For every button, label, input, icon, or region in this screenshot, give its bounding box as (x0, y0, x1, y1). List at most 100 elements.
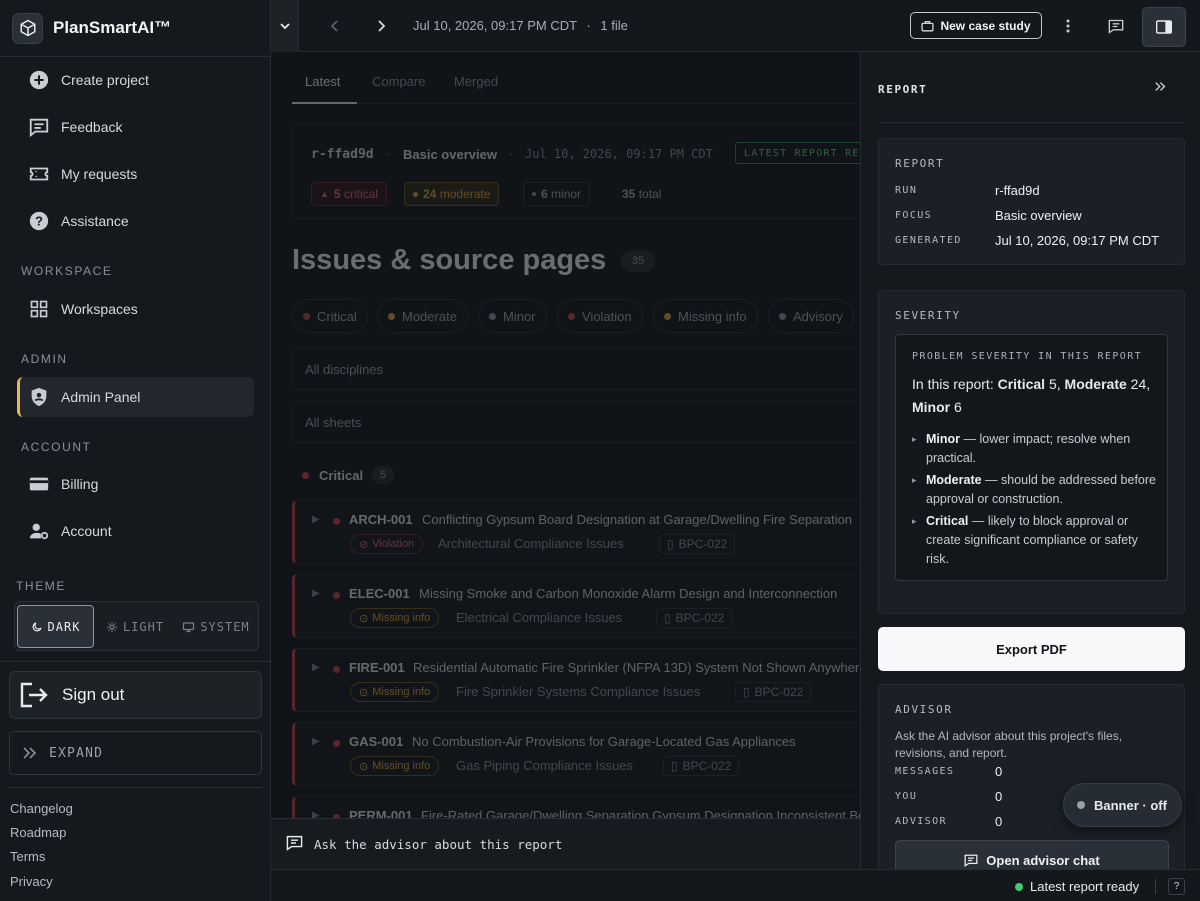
collapse-panel-button[interactable] (1155, 81, 1166, 92)
sidebar-item-label: Workspaces (61, 301, 138, 317)
issue-row[interactable]: ▶ ELEC-001 Missing Smoke and Carbon Mono… (292, 574, 860, 638)
expand-button[interactable]: EXPAND (9, 731, 262, 775)
divider (1155, 879, 1156, 894)
report-box-title: REPORT (895, 157, 945, 170)
issue-source-chip[interactable]: ▯ BPC-022 (735, 682, 812, 702)
issue-tag: ⊙ Missing info (350, 756, 440, 776)
section-title-workspace: WORKSPACE (21, 264, 113, 278)
panel-toggle-button[interactable] (1142, 7, 1186, 47)
help-button[interactable]: ? (1168, 878, 1185, 895)
generated-label: GENERATED (895, 235, 962, 246)
sidebar-item-label: Billing (61, 476, 99, 492)
sign-out-button[interactable]: Sign out (9, 671, 262, 719)
previous-button[interactable] (321, 8, 349, 44)
filter-critical[interactable]: Critical (292, 299, 368, 333)
report-focus: Basic overview (403, 147, 497, 162)
theme-dark-button[interactable]: DARK (17, 605, 94, 648)
section-title-theme: THEME (16, 579, 66, 593)
sidebar-item-workspaces[interactable]: Workspaces (17, 289, 254, 329)
report-panel: REPORT REPORT RUN r-ffad9d FOCUS Basic o… (860, 52, 1200, 869)
file-icon: ▯ (743, 685, 750, 699)
issues-count-badge: 35 (621, 250, 655, 272)
filter-moderate[interactable]: Moderate (377, 299, 468, 333)
sidebar-item-label: Create project (61, 72, 149, 88)
credit-card-icon (28, 473, 50, 495)
theme-light-button[interactable]: LIGHT (99, 605, 171, 648)
vertical-dots-icon (1066, 19, 1070, 33)
discipline-select[interactable]: All disciplines (292, 348, 860, 390)
issue-source-chip[interactable]: ▯ BPC-022 (663, 756, 740, 776)
issue-source-chip[interactable]: ▯ BPC-022 (656, 608, 733, 628)
panel-title: REPORT (878, 83, 928, 96)
help-circle-icon: ? (28, 210, 50, 232)
sidebar-item-billing[interactable]: Billing (17, 464, 254, 504)
banner-toggle[interactable]: Banner · off (1063, 783, 1182, 827)
double-chevron-right-icon (1155, 82, 1166, 91)
messages-value: 0 (995, 764, 1003, 779)
brand[interactable]: PlanSmartAI™ (0, 0, 270, 57)
briefcase-icon (921, 20, 934, 32)
file-count: 1 file (600, 18, 628, 33)
changelog-link[interactable]: Changelog (10, 801, 73, 816)
messages-label: MESSAGES (895, 766, 955, 777)
issue-source-chip[interactable]: ▯ BPC-022 (659, 534, 736, 554)
project-dropdown-button[interactable] (271, 0, 299, 52)
total-count: 35 total (622, 187, 662, 201)
next-button[interactable] (367, 8, 395, 44)
filter-advisory[interactable]: Advisory (768, 299, 854, 333)
issue-row[interactable]: ▶ ARCH-001 Conflicting Gypsum Board Desi… (292, 500, 860, 564)
feedback-icon (28, 116, 50, 138)
group-dot (302, 472, 309, 479)
filter-missing-info[interactable]: Missing info (653, 299, 758, 333)
critical-count-pill: ▲ 5 critical (311, 182, 387, 206)
terms-link[interactable]: Terms (10, 849, 45, 864)
open-advisor-chat-button[interactable]: Open advisor chat (895, 840, 1169, 869)
roadmap-link[interactable]: Roadmap (10, 825, 66, 840)
sun-icon (106, 621, 118, 633)
sidebar-item-create-project[interactable]: Create project (17, 60, 254, 100)
new-case-study-button[interactable]: New case study (910, 12, 1042, 39)
privacy-link[interactable]: Privacy (10, 874, 53, 889)
tabs-divider (292, 103, 860, 104)
filter-violation[interactable]: Violation (557, 299, 643, 333)
export-pdf-button[interactable]: Export PDF (878, 627, 1185, 671)
tab-merged[interactable]: Merged (454, 74, 498, 89)
message-icon (964, 854, 978, 867)
sidebar-item-label: Feedback (61, 119, 123, 135)
group-label: Critical (319, 468, 364, 483)
tab-latest[interactable]: Latest (305, 74, 340, 89)
theme-switcher: DARK LIGHT SYSTEM (14, 601, 259, 651)
theme-system-button[interactable]: SYSTEM (175, 605, 257, 648)
severity-caption: PROBLEM SEVERITY IN THIS REPORT (912, 351, 1143, 362)
sidebar-item-feedback[interactable]: Feedback (17, 107, 254, 147)
sidebar-item-assistance[interactable]: ? Assistance (17, 201, 254, 241)
issue-row[interactable]: ▶ GAS-001 No Combustion-Air Provisions f… (292, 722, 860, 786)
message-icon (1108, 19, 1124, 34)
chevron-right-icon: ▶ (312, 736, 320, 747)
filter-minor[interactable]: Minor (478, 299, 547, 333)
run-id: r-ffad9d (311, 147, 374, 162)
advisor-label: ADVISOR (895, 816, 947, 827)
sidebar-item-account[interactable]: Account (17, 511, 254, 551)
issue-title: Conflicting Gypsum Board Designation at … (422, 512, 852, 527)
status-badge: LATEST REPORT REA (735, 142, 860, 164)
ask-advisor-input[interactable]: Ask the advisor about this report (314, 837, 562, 852)
severity-box: SEVERITY PROBLEM SEVERITY IN THIS REPORT… (878, 290, 1185, 614)
alert-circle-icon: ⊘ (359, 538, 369, 551)
sidebar-item-my-requests[interactable]: My requests (17, 154, 254, 194)
issue-title: Missing Smoke and Carbon Monoxide Alarm … (419, 586, 838, 601)
sidebar-item-admin-panel[interactable]: Admin Panel (17, 377, 254, 417)
sheet-select[interactable]: All sheets (292, 401, 860, 443)
file-icon: ▯ (664, 611, 671, 625)
shield-user-icon (28, 386, 50, 408)
chat-toggle-button[interactable] (1098, 8, 1134, 44)
divider (0, 661, 271, 662)
section-title-admin: ADMIN (21, 352, 68, 366)
you-label: YOU (895, 791, 918, 802)
tab-compare[interactable]: Compare (372, 74, 425, 89)
issue-tag: ⊙ Missing info (350, 682, 440, 702)
severity-item-moderate: Moderate — should be addressed before ap… (912, 471, 1157, 509)
more-options-button[interactable] (1053, 8, 1083, 44)
ask-advisor-bar[interactable]: Ask the advisor about this report (271, 818, 860, 869)
issue-row[interactable]: ▶ FIRE-001 Residential Automatic Fire Sp… (292, 648, 860, 712)
